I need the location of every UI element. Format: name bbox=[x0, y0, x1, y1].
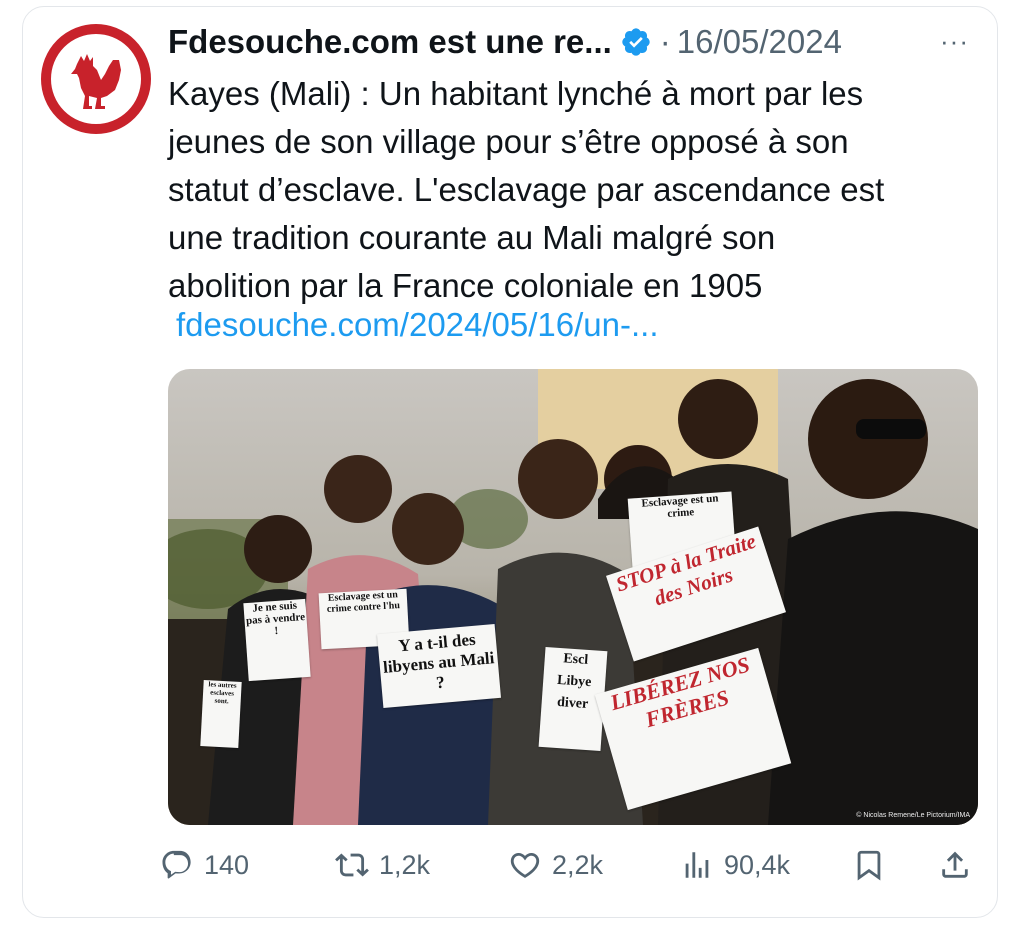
tweet-text-line: Kayes (Mali) : Un habitant lynché à mort… bbox=[168, 75, 864, 112]
tweet-text: Kayes (Mali) : Un habitant lynché à mort… bbox=[168, 70, 983, 310]
protest-sign: Y a t-il des libyens au Mali ? bbox=[376, 623, 502, 709]
photo-credit: © Nicolas Remene/Le Pictorium/IMA bbox=[856, 812, 970, 819]
like-count: 2,2k bbox=[552, 849, 604, 880]
header-separator: · bbox=[659, 23, 671, 60]
reply-icon bbox=[162, 850, 191, 879]
protest-sign: Je ne suis pas à vendre ! bbox=[243, 598, 311, 682]
retweet-button[interactable]: 1,2k bbox=[335, 842, 430, 888]
author-name[interactable]: Fdesouche.com est une re... bbox=[168, 23, 612, 61]
reply-count: 140 bbox=[204, 849, 250, 880]
share-button[interactable] bbox=[938, 842, 982, 888]
tweet-text-line: statut d’esclave. L'esclavage par ascend… bbox=[168, 171, 885, 208]
like-button[interactable]: 2,2k bbox=[508, 842, 603, 888]
views-chart-icon bbox=[685, 852, 709, 878]
bookmark-button[interactable] bbox=[852, 842, 896, 888]
tweet-photo[interactable]: Je ne suis pas à vendre ! Esclavage est … bbox=[168, 369, 978, 825]
tweet-text-line: jeunes de son village pour s’être opposé… bbox=[168, 123, 849, 160]
tweet-text-line: abolition par la France coloniale en 190… bbox=[168, 267, 763, 304]
views-count: 90,4k bbox=[724, 849, 791, 880]
avatar[interactable] bbox=[41, 24, 151, 134]
bookmark-icon bbox=[857, 850, 881, 881]
tweet-link[interactable]: fdesouche.com/2024/05/16/un-... bbox=[176, 306, 659, 344]
heart-icon bbox=[510, 852, 540, 878]
tweet-actions: 140 1,2k 2,2k 90,4k bbox=[160, 842, 980, 888]
share-icon bbox=[942, 851, 968, 878]
reply-button[interactable]: 140 bbox=[160, 842, 249, 888]
retweet-icon bbox=[335, 853, 369, 877]
tweet-header: Fdesouche.com est une re... · 16/05/2024 bbox=[168, 20, 842, 64]
rooster-icon bbox=[71, 54, 121, 109]
more-options-button[interactable]: ··· bbox=[940, 26, 969, 57]
tweet-text-line: une tradition courante au Mali malgré so… bbox=[168, 219, 776, 256]
views-button[interactable]: 90,4k bbox=[680, 842, 790, 888]
verified-badge-icon bbox=[622, 28, 650, 56]
protest-sign: les autres esclaves sont. bbox=[200, 680, 242, 748]
tweet-date[interactable]: 16/05/2024 bbox=[677, 23, 842, 61]
protest-photo-illustration bbox=[168, 369, 978, 825]
retweet-count: 1,2k bbox=[379, 849, 431, 880]
